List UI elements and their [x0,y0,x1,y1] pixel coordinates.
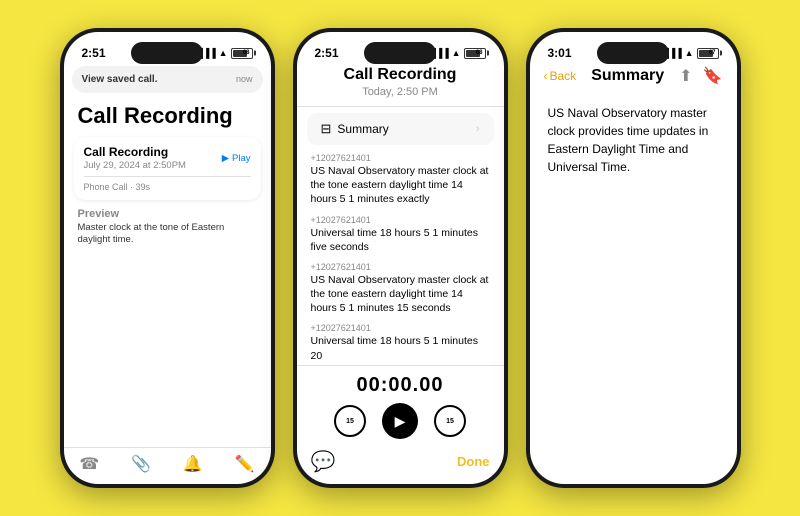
attachments-icon: 📎 [131,454,151,474]
summary-label: Summary [337,122,388,136]
battery-icon-3: 67 [697,48,719,59]
back-label: Back [550,69,577,83]
phone3-content: ‹ Back Summary ⬆ 🔖 US Naval Observatory … [530,62,737,484]
play-label: Play [232,153,250,164]
notifications-icon: 🔔 [183,454,203,474]
transcript-entry-1: +12027621401 US Naval Observatory master… [311,153,490,207]
transcript-list: +12027621401 US Naval Observatory master… [297,149,504,365]
skip-back-button[interactable]: 15 [334,405,366,437]
tab-compose[interactable]: ✏️ [235,454,255,474]
voice-memos-icon[interactable]: 💬 [311,449,336,474]
summary-row[interactable]: ⊟ Summary › [307,113,494,145]
chevron-right-icon: › [476,123,480,135]
recording-item[interactable]: Call Recording July 29, 2024 at 2:50PM ▶… [74,137,261,200]
player-controls: 15 ▶ 15 [311,403,490,439]
dynamic-island-1 [131,42,203,64]
player-section: 00:00.00 15 ▶ 15 [297,365,504,443]
share-icon[interactable]: ⬆ [679,66,692,86]
back-button[interactable]: ‹ Back [544,69,577,83]
t-text-1: US Naval Observatory master clock at the… [311,164,490,207]
play-button[interactable]: ▶ Play [222,153,251,164]
notif-time: now [236,74,253,84]
compose-icon: ✏️ [235,454,255,474]
p2-date: Today, 2:50 PM [311,86,490,98]
t-text-2: Universal time 18 hours 5 1 minutes five… [311,226,490,254]
phone-2: 2:51 ▐▐▐ ▲ 68 Call Recording Today, 2:50… [293,28,508,488]
tab-bar: ☎ 📎 🔔 ✏️ [64,447,271,484]
chevron-left-icon: ‹ [544,69,548,83]
skip-fwd-label: 15 [446,418,454,425]
bookmark-icon[interactable]: 🔖 [703,66,723,86]
rec-name: Call Recording [84,145,186,159]
battery-icon: 68 [231,48,253,59]
phone-3: 3:01 ▐▐▐ ▲ 67 ‹ Back Summary ⬆ � [526,28,741,488]
rec-date: July 29, 2024 at 2:50PM [84,160,186,171]
skip-fwd-button[interactable]: 15 [434,405,466,437]
t-number-4: +12027621401 [311,323,490,333]
wifi-icon: ▲ [219,48,228,58]
transcript-entry-2: +12027621401 Universal time 18 hours 5 1… [311,215,490,254]
summary-body: US Naval Observatory master clock provid… [530,94,737,484]
t-number-2: +12027621401 [311,215,490,225]
p3-action-icons: ⬆ 🔖 [679,66,722,86]
status-time-1: 2:51 [82,46,106,60]
play-pause-button[interactable]: ▶ [382,403,418,439]
preview-label: Preview [78,208,257,220]
battery-icon-2: 68 [464,48,486,59]
t-text-3: US Naval Observatory master clock at the… [311,273,490,316]
dynamic-island-2 [364,42,436,64]
player-time: 00:00.00 [311,374,490,397]
dynamic-island-3 [597,42,669,64]
summary-text: US Naval Observatory master clock provid… [548,104,719,176]
calls-icon: ☎ [79,454,99,474]
rec-divider [84,176,251,177]
tab-attachments[interactable]: 📎 [131,454,151,474]
preview-text: Master clock at the tone of Eastern dayl… [78,222,257,247]
play-triangle-icon: ▶ [395,413,406,430]
status-icons-2: ▐▐▐ ▲ 68 [429,48,485,59]
summary-icon: ⊟ [321,121,332,137]
play-icon: ▶ [222,153,229,164]
phone2-content: Call Recording Today, 2:50 PM ⊟ Summary … [297,62,504,484]
tab-calls[interactable]: ☎ [79,454,99,474]
app-title: Call Recording [78,103,257,129]
transcript-entry-4: +12027621401 Universal time 18 hours 5 1… [311,323,490,362]
p2-title: Call Recording [311,66,490,84]
wifi-icon-3: ▲ [685,48,694,58]
p2-header: Call Recording Today, 2:50 PM [297,62,504,107]
transcript-entry-3: +12027621401 US Naval Observatory master… [311,262,490,316]
notif-text: View saved call. [82,74,158,85]
p2-bottom-bar: 💬 Done [297,443,504,484]
phone1-content: View saved call. now Call Recording Call… [64,62,271,484]
status-time-3: 3:01 [548,46,572,60]
skip-back-label: 15 [346,418,354,425]
app-title-section: Call Recording [64,97,271,133]
p3-nav: ‹ Back Summary ⬆ 🔖 [530,62,737,94]
tab-notifications[interactable]: 🔔 [183,454,203,474]
t-number-1: +12027621401 [311,153,490,163]
p3-title: Summary [576,67,679,85]
t-number-3: +12027621401 [311,262,490,272]
done-button[interactable]: Done [457,454,490,469]
rec-duration: Phone Call · 39s [84,182,251,192]
wifi-icon-2: ▲ [452,48,461,58]
t-text-4: Universal time 18 hours 5 1 minutes 20 [311,334,490,362]
preview-section: Preview Master clock at the tone of East… [64,204,271,249]
status-time-2: 2:51 [315,46,339,60]
phone-1: 2:51 🔔 ▐▐▐ ▲ 68 View saved call. now Cal… [60,28,275,488]
status-icons-3: ▐▐▐ ▲ 67 [662,48,718,59]
notification-banner[interactable]: View saved call. now [72,66,263,93]
